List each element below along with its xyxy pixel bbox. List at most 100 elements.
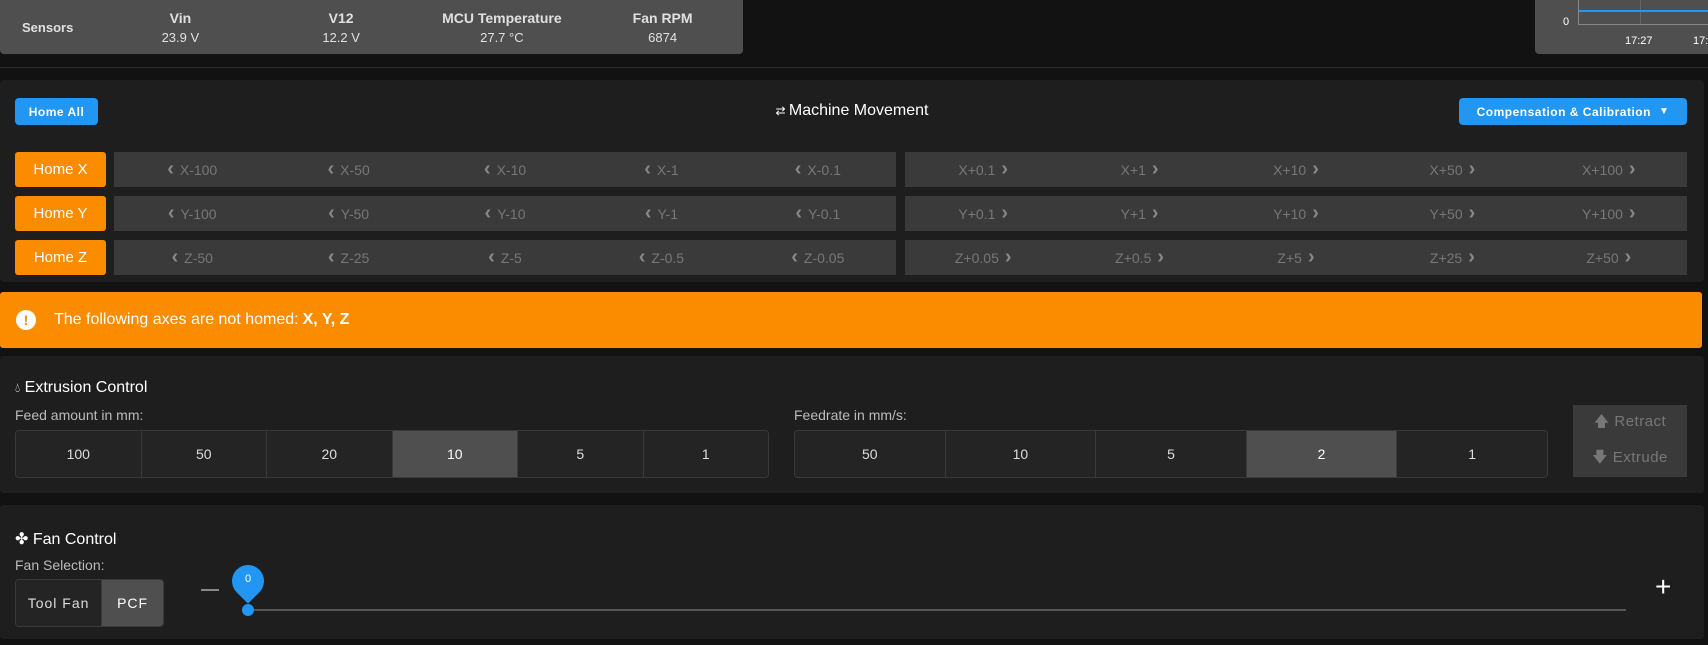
temperature-chart: 0 17:27 17:	[1535, 0, 1708, 54]
divider	[0, 67, 1708, 68]
jog-button[interactable]: ‹ X-10	[427, 152, 583, 187]
chevron-left-icon: ‹	[171, 246, 179, 268]
jog-button[interactable]: ‹ X-50	[270, 152, 426, 187]
machine-movement-panel: Home All ⇄ Machine Movement Compensation…	[0, 80, 1704, 282]
jog-button[interactable]: ‹ Z-25	[270, 240, 426, 275]
slider-track[interactable]	[248, 609, 1626, 611]
sensor-vin: Vin 23.9 V	[161, 9, 200, 45]
chevron-left-icon: ‹	[327, 246, 335, 268]
chevron-left-icon: ‹	[638, 246, 646, 268]
jog-label: Y+100	[1582, 205, 1623, 222]
jog-button[interactable]: ‹ Z-0.5	[583, 240, 739, 275]
chevron-left-icon: ‹	[483, 158, 491, 180]
jog-button[interactable]: ‹ X-100	[114, 152, 270, 187]
chevron-right-icon: ›	[1468, 246, 1475, 268]
jog-button[interactable]: Z+50 ›	[1531, 240, 1687, 275]
jog-label: Y-10	[497, 205, 526, 222]
x-tick: 17:27	[1625, 35, 1653, 47]
feedrate-option[interactable]: 50	[795, 431, 946, 477]
increase-button[interactable]: +	[1655, 571, 1671, 603]
jog-button[interactable]: ‹ X-0.1	[740, 152, 896, 187]
jog-button[interactable]: X+50 ›	[1374, 152, 1530, 187]
home-y-button[interactable]: Home Y	[15, 196, 106, 231]
decrease-button[interactable]	[201, 589, 219, 591]
home-x-button[interactable]: Home X	[15, 152, 106, 187]
retract-button[interactable]: 🡅 Retract	[1594, 411, 1666, 436]
chevron-right-icon: ›	[1151, 158, 1159, 180]
feed-amount-option[interactable]: 1	[643, 431, 768, 477]
jog-button[interactable]: ‹ Y-50	[270, 196, 426, 231]
feedrate-label: Feedrate in mm/s:	[794, 407, 907, 423]
jog-plus-group: X+0.1 › X+1 › X+10 › X+50 › X+100 ›	[905, 152, 1687, 187]
chevron-left-icon: ‹	[794, 158, 802, 180]
slider-value: 0	[244, 573, 252, 585]
feed-amount-option[interactable]: 20	[267, 431, 393, 477]
fan-selection-group: Tool Fan PCF	[15, 579, 164, 627]
feed-amount-option[interactable]: 5	[518, 431, 644, 477]
fan-option[interactable]: PCF	[102, 580, 163, 626]
jog-plus-group: Y+0.1 › Y+1 › Y+10 › Y+50 › Y+100 ›	[905, 196, 1687, 231]
jog-label: Y+1	[1120, 205, 1146, 222]
jog-button[interactable]: X+1 ›	[1061, 152, 1217, 187]
jog-button[interactable]: X+100 ›	[1531, 152, 1687, 187]
chevron-left-icon: ‹	[167, 158, 174, 180]
sensor-mcu-temp: MCU Temperature 27.7 °C	[442, 9, 562, 45]
feed-amount-option[interactable]: 100	[16, 431, 142, 477]
feedrate-option[interactable]: 5	[1096, 431, 1247, 477]
chevron-left-icon: ‹	[488, 246, 495, 268]
y-tick: 0	[1563, 16, 1570, 28]
jog-button[interactable]: X+10 ›	[1218, 152, 1374, 187]
extrude-button[interactable]: 🡇 Extrude	[1592, 447, 1668, 472]
feed-amount-option[interactable]: 10	[392, 431, 518, 477]
jog-label: Z-0.05	[803, 249, 845, 266]
jog-label: Z-25	[340, 249, 370, 266]
chevron-left-icon: ‹	[328, 202, 335, 224]
chevron-right-icon: ›	[1001, 158, 1009, 180]
alert-text: The following axes are not homed:	[54, 311, 299, 328]
feed-amount-option[interactable]: 50	[141, 431, 267, 477]
jog-button[interactable]: ‹ Y-0.1	[740, 196, 896, 231]
slider-thumb[interactable]	[242, 604, 254, 616]
chevron-right-icon: ›	[1624, 246, 1632, 268]
jog-label: Z-50	[184, 249, 213, 266]
feedrate-group: 50 10 5 2 1	[794, 430, 1548, 478]
jog-button[interactable]: Y+10 ›	[1218, 196, 1374, 231]
feedrate-option[interactable]: 2	[1246, 431, 1398, 477]
jog-label: X+10	[1273, 161, 1307, 178]
feedrate-option[interactable]: 10	[945, 431, 1097, 477]
extrusion-control-panel: 💧︎ Extrusion Control Feed amount in mm: …	[0, 356, 1704, 493]
chevron-right-icon: ›	[1004, 246, 1012, 268]
home-z-button[interactable]: Home Z	[15, 240, 106, 275]
jog-button[interactable]: ‹ X-1	[583, 152, 739, 187]
jog-label: Y+10	[1273, 205, 1307, 222]
fan-option[interactable]: Tool Fan	[16, 580, 103, 626]
jog-button[interactable]: Y+0.1 ›	[905, 196, 1061, 231]
arrow-up-icon: 🡅	[1593, 412, 1610, 430]
jog-label: Z-0.5	[651, 249, 685, 266]
feedrate-option[interactable]: 1	[1397, 431, 1547, 477]
jog-button[interactable]: ‹ Y-1	[583, 196, 739, 231]
jog-button[interactable]: Y+100 ›	[1531, 196, 1687, 231]
arrow-down-icon: 🡇	[1592, 448, 1609, 466]
jog-button[interactable]: X+0.1 ›	[905, 152, 1061, 187]
jog-button[interactable]: ‹ Y-10	[427, 196, 583, 231]
jog-button[interactable]: Y+1 ›	[1061, 196, 1217, 231]
jog-button[interactable]: Z+0.5 ›	[1061, 240, 1217, 275]
compensation-calibration-button[interactable]: Compensation & Calibration ▼	[1459, 98, 1687, 125]
chevron-right-icon: ›	[1468, 158, 1476, 180]
jog-button[interactable]: Z+0.05 ›	[905, 240, 1061, 275]
jog-button[interactable]: ‹ Z-50	[114, 240, 270, 275]
chevron-right-icon: ›	[1312, 158, 1319, 180]
jog-button[interactable]: ‹ Z-5	[427, 240, 583, 275]
fan-icon: ✤	[15, 531, 29, 548]
drop-icon: 💧︎	[15, 380, 21, 395]
jog-button[interactable]: ‹ Y-100	[114, 196, 270, 231]
panel-title: ✤ Fan Control	[15, 531, 117, 548]
jog-button[interactable]: ‹ Z-0.05	[740, 240, 896, 275]
jog-button[interactable]: Z+25 ›	[1374, 240, 1530, 275]
jog-button[interactable]: Y+50 ›	[1374, 196, 1530, 231]
alert-axes: X, Y, Z	[302, 311, 350, 328]
jog-label: X-50	[340, 161, 370, 178]
jog-button[interactable]: Z+5 ›	[1218, 240, 1374, 275]
chevron-left-icon: ‹	[795, 202, 803, 224]
